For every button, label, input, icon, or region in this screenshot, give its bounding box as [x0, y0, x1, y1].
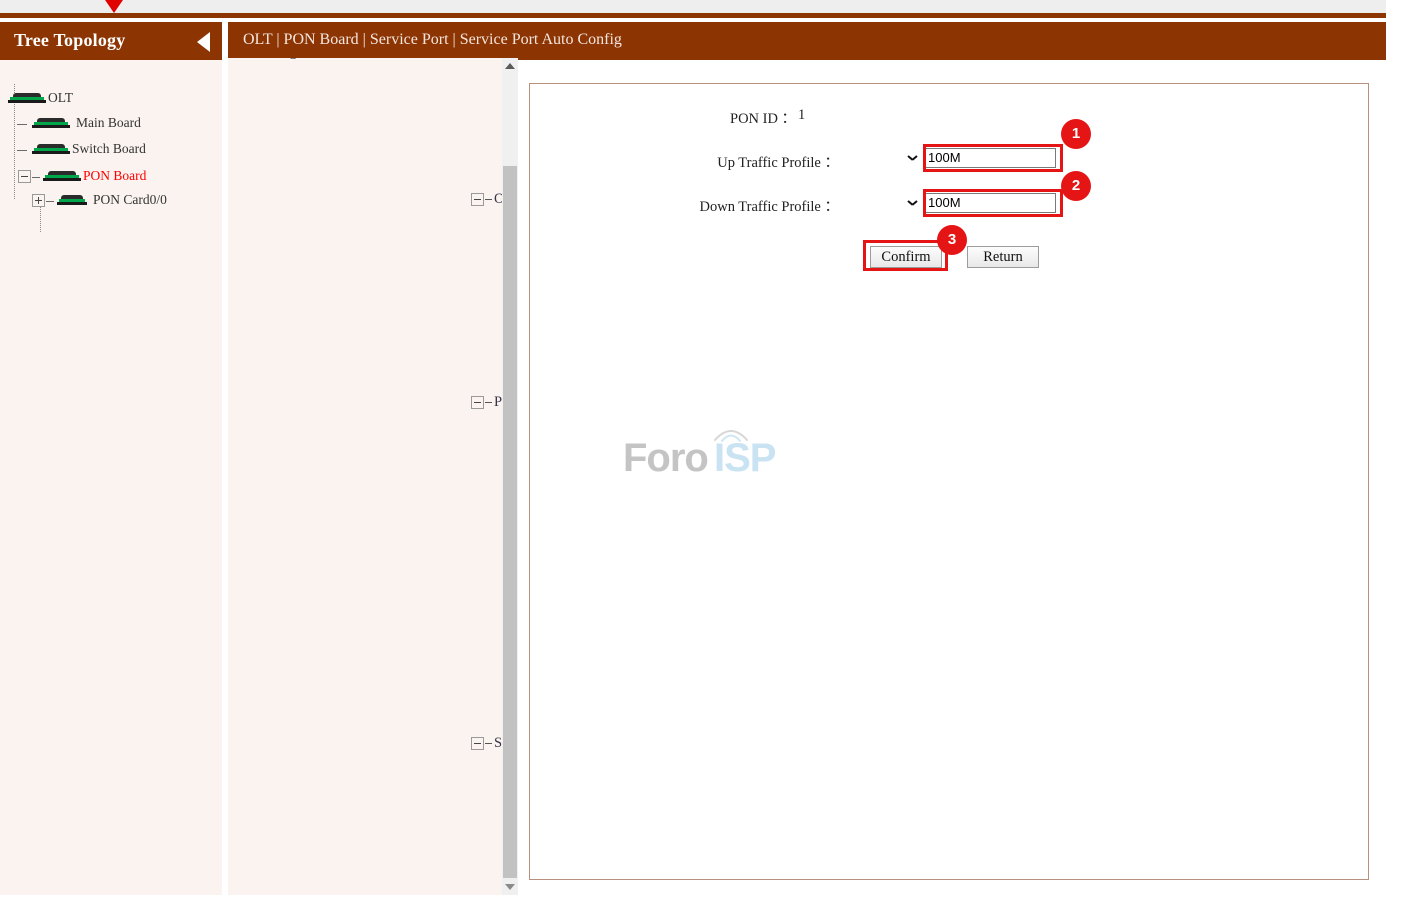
tree-node-pon-card[interactable]: PON Card0/0 [57, 192, 167, 208]
tree-branch [17, 150, 27, 152]
down-traffic-profile-select[interactable]: 100M [924, 193, 1056, 213]
watermark-text-isp: ISP [714, 436, 776, 480]
return-button[interactable]: Return [967, 246, 1039, 268]
tree-topology-body: OLT Main Board Switch Board PON Board PO… [0, 60, 222, 895]
down-traffic-profile-label: Down Traffic Profile ： [699, 199, 840, 215]
menu-branch [485, 743, 492, 745]
tree-branch [17, 124, 27, 126]
board-icon [8, 93, 46, 104]
breadcrumb: OLT | PON Board | Service Port | Service… [243, 31, 622, 48]
menu-group-toggle-icon[interactable] [471, 396, 484, 409]
app-window: Tree Topology OLT Main Board Switch Boar… [0, 0, 1410, 909]
tree-toggle-minus-icon[interactable] [18, 170, 31, 183]
navigation-menu-panel: g Port Extend Config Port Rate Limit Sto… [228, 58, 518, 895]
tree-topology-title: Tree Topology [14, 30, 126, 50]
top-strip [0, 0, 1386, 13]
up-traffic-profile-select[interactable]: 100M [924, 148, 1056, 168]
menu-group-toggle-icon[interactable] [471, 737, 484, 750]
tree-node-main-board[interactable]: Main Board [32, 115, 141, 131]
chevron-down-icon [908, 155, 917, 160]
tree-node-switch-board[interactable]: Switch Board [32, 141, 146, 157]
tree-branch [46, 201, 54, 203]
tree-branch [32, 177, 40, 179]
tree-node-label: Switch Board [72, 141, 146, 156]
tree-toggle-plus-icon[interactable] [32, 194, 45, 207]
content-panel: PON ID ： 1 Up Traffic Profile ： 100M Dow… [529, 83, 1369, 880]
foroisp-watermark: Foro ISP [623, 424, 793, 484]
menu-branch [485, 402, 492, 404]
menu-group-toggle-icon[interactable] [471, 193, 484, 206]
tree-topology-panel: Tree Topology OLT Main Board Switch Boar… [0, 22, 222, 895]
breadcrumb-header: OLT | PON Board | Service Port | Service… [228, 22, 1386, 60]
confirm-button[interactable]: Confirm [870, 246, 942, 268]
top-divider-rule [0, 13, 1386, 18]
tree-node-label: PON Board [83, 168, 147, 183]
board-icon [57, 195, 87, 206]
chevron-down-icon [908, 200, 917, 205]
collapse-panel-icon[interactable] [197, 32, 210, 52]
tree-rail [40, 204, 42, 232]
tree-node-label: PON Card0/0 [93, 192, 167, 207]
tree-node-pon-board[interactable]: PON Board [43, 168, 146, 184]
wifi-wave-icon [714, 430, 748, 442]
pon-id-value: 1 [798, 107, 806, 123]
menu-scrollbar[interactable] [502, 58, 518, 895]
scroll-down-arrow-icon[interactable] [502, 879, 518, 895]
tree-topology-header: Tree Topology [0, 22, 222, 60]
red-down-triangle-icon [103, 0, 125, 13]
tree-node-label: Main Board [76, 115, 141, 130]
menu-item-clipped[interactable]: g [286, 58, 297, 61]
scrollbar-thumb[interactable] [503, 166, 517, 878]
menu-branch [485, 199, 492, 201]
tree-node-label: OLT [48, 90, 74, 105]
pon-id-label: PON ID ： [730, 111, 797, 127]
scroll-up-arrow-icon[interactable] [502, 58, 518, 74]
up-traffic-profile-label: Up Traffic Profile ： [717, 155, 839, 171]
board-icon [43, 171, 81, 182]
board-icon [32, 144, 70, 155]
board-icon [32, 118, 70, 129]
watermark-text-foro: Foro [623, 436, 709, 480]
tree-node-olt[interactable]: OLT [8, 90, 73, 106]
